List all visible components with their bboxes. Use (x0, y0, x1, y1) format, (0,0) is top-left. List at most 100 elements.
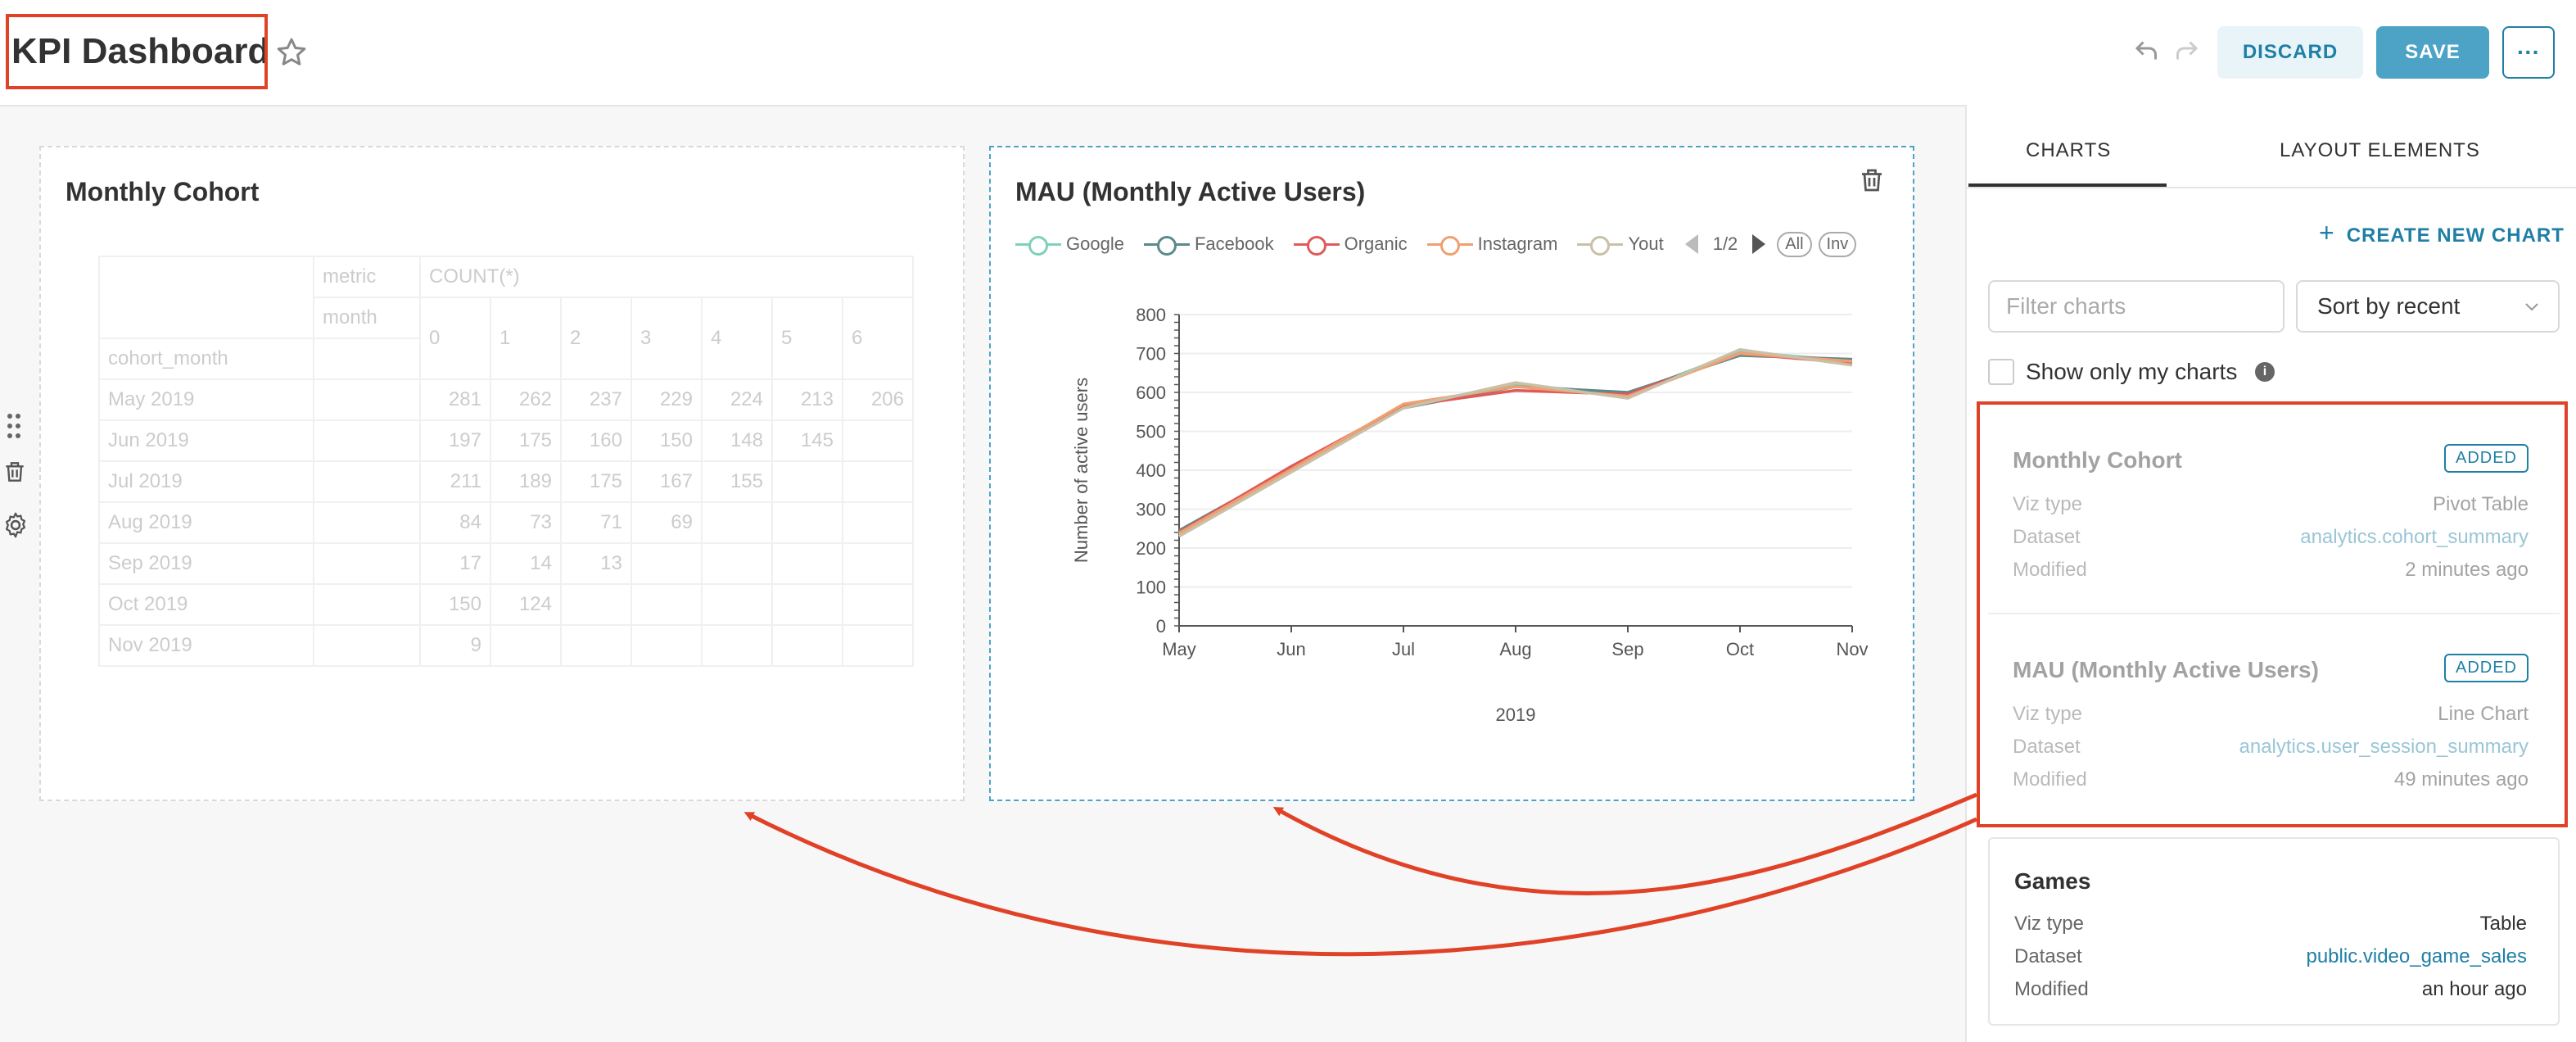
pivot-spacer-cell (313, 378, 421, 421)
chart-name: Games (2014, 868, 2091, 894)
pivot-row-header: cohort_month (98, 338, 314, 380)
pivot-spacer-cell (313, 501, 421, 544)
pivot-header-label: metric (313, 256, 421, 298)
line-chart: 0 100 200 300 400 500 600 700 800 May Jun Jul Aug Sep… (1071, 305, 1869, 725)
added-charts-highlight-box (1977, 401, 2568, 827)
modified-label: Modified (2014, 978, 2089, 1000)
arrow-to-mau-card (1272, 792, 1977, 896)
pivot-col-header: 3 (630, 297, 703, 380)
drag-handle-icon[interactable] (3, 410, 25, 442)
pivot-spacer-cell (313, 624, 421, 667)
pivot-row-label: Jun 2019 (98, 419, 314, 462)
x-tick-label: Nov (1836, 639, 1868, 659)
x-tick-label: Sep (1611, 639, 1643, 659)
chart-list-item[interactable]: Games Viz type Table Dataset public.video_… (1988, 837, 2560, 1026)
pivot-col-header: 4 (701, 297, 773, 380)
pivot-cell (630, 624, 703, 667)
trash-icon[interactable] (2, 455, 28, 488)
pivot-spacer-cell (313, 419, 421, 462)
pivot-cell (701, 542, 773, 585)
y-tick-label: 300 (1136, 500, 1166, 520)
pivot-header-label: month (313, 297, 421, 339)
pivot-cell (771, 460, 843, 503)
pivot-cell: 14 (490, 542, 562, 585)
pivot-spacer-cell (313, 460, 421, 503)
pivot-cell: 197 (419, 419, 491, 462)
y-tick-label: 400 (1136, 460, 1166, 481)
pivot-cell (701, 501, 773, 544)
pivot-cell: 211 (419, 460, 491, 503)
pivot-cell (701, 624, 773, 667)
pivot-col-header: 1 (490, 297, 562, 380)
pivot-cell: 167 (630, 460, 703, 503)
pivot-cell: 145 (771, 419, 843, 462)
create-new-chart-button[interactable]: + CREATE NEW CHART (2319, 218, 2565, 248)
pivot-cell (771, 542, 843, 585)
sort-select[interactable]: Sort by recent (2296, 280, 2560, 333)
pivot-cell: 213 (771, 378, 843, 421)
arrow-to-cohort-card (743, 812, 1978, 957)
filter-charts-input[interactable]: Filter charts (1988, 280, 2285, 333)
y-tick-label: 200 (1136, 538, 1166, 559)
show-mine-checkbox[interactable] (1988, 359, 2014, 385)
y-tick-label: 600 (1136, 383, 1166, 403)
sort-value: Sort by recent (2317, 293, 2461, 319)
x-tick-label: Oct (1726, 639, 1754, 659)
pivot-cell: 73 (490, 501, 562, 544)
pivot-cell: 155 (701, 460, 773, 503)
pivot-col-header: 2 (560, 297, 632, 380)
y-tick-label: 500 (1136, 422, 1166, 442)
series-line (1178, 351, 1853, 534)
dashboard-header: KPI Dashboard DISCARD SAVE ··· (0, 0, 2576, 106)
pivot-cell (842, 419, 914, 462)
redo-icon[interactable] (2172, 36, 2201, 66)
discard-button[interactable]: DISCARD (2217, 26, 2363, 79)
pivot-cell: 237 (560, 378, 632, 421)
pivot-cell: 160 (560, 419, 632, 462)
pivot-row-label: Nov 2019 (98, 624, 314, 667)
table-row: May 2019 281 262 237 229 224 213 206 (98, 378, 914, 421)
pivot-cell (701, 583, 773, 626)
y-tick-label: 800 (1136, 305, 1166, 325)
dataset-link[interactable]: public.video_game_sales (2306, 945, 2527, 968)
pivot-row-label: Oct 2019 (98, 583, 314, 626)
gear-icon[interactable] (2, 511, 29, 539)
pivot-cell: 9 (419, 624, 491, 667)
pivot-cell: 71 (560, 501, 632, 544)
pivot-cell: 175 (560, 460, 632, 503)
table-row: Aug 2019 84 73 71 69 (98, 501, 914, 544)
modified-value: an hour ago (2421, 978, 2527, 1000)
pivot-spacer-cell (313, 542, 421, 585)
table-row: Sep 2019 17 14 13 (98, 542, 914, 585)
pivot-cell (842, 460, 914, 503)
pivot-cell: 262 (490, 378, 562, 421)
pivot-cell (842, 501, 914, 544)
y-tick-label: 100 (1136, 578, 1166, 598)
pivot-col-header: 6 (842, 297, 914, 380)
pivot-cell: 13 (560, 542, 632, 585)
table-row: Jun 2019 197 175 160 150 148 145 (98, 419, 914, 462)
tab-layout-elements[interactable]: LAYOUT ELEMENTS (2280, 139, 2480, 162)
viz-label: Viz type (2014, 913, 2084, 935)
pivot-row-label: Sep 2019 (98, 542, 314, 585)
save-button[interactable]: SAVE (2376, 26, 2489, 79)
pivot-cell (842, 624, 914, 667)
star-icon[interactable] (275, 36, 308, 69)
pivot-cell (842, 542, 914, 585)
pivot-cell: 150 (419, 583, 491, 626)
monthly-cohort-card[interactable]: Monthly Cohort metric COUNT(*) month 0 1… (39, 146, 965, 801)
series-line (1178, 350, 1853, 536)
pivot-col-header: 0 (419, 297, 491, 380)
y-tick-label: 0 (1156, 616, 1166, 637)
pivot-cell (771, 501, 843, 544)
tab-divider (1967, 187, 2576, 188)
mau-card[interactable]: MAU (Monthly Active Users) Google Faceboo… (989, 146, 1914, 801)
title-highlight-box (6, 14, 268, 89)
create-label: CREATE NEW CHART (2346, 224, 2565, 247)
show-mine-label: Show only my charts (2026, 359, 2238, 384)
more-options-button[interactable]: ··· (2502, 26, 2555, 79)
undo-icon[interactable] (2132, 36, 2162, 66)
tab-charts[interactable]: CHARTS (2026, 139, 2111, 162)
info-icon[interactable]: i (2255, 362, 2275, 382)
pivot-cell: 150 (630, 419, 703, 462)
